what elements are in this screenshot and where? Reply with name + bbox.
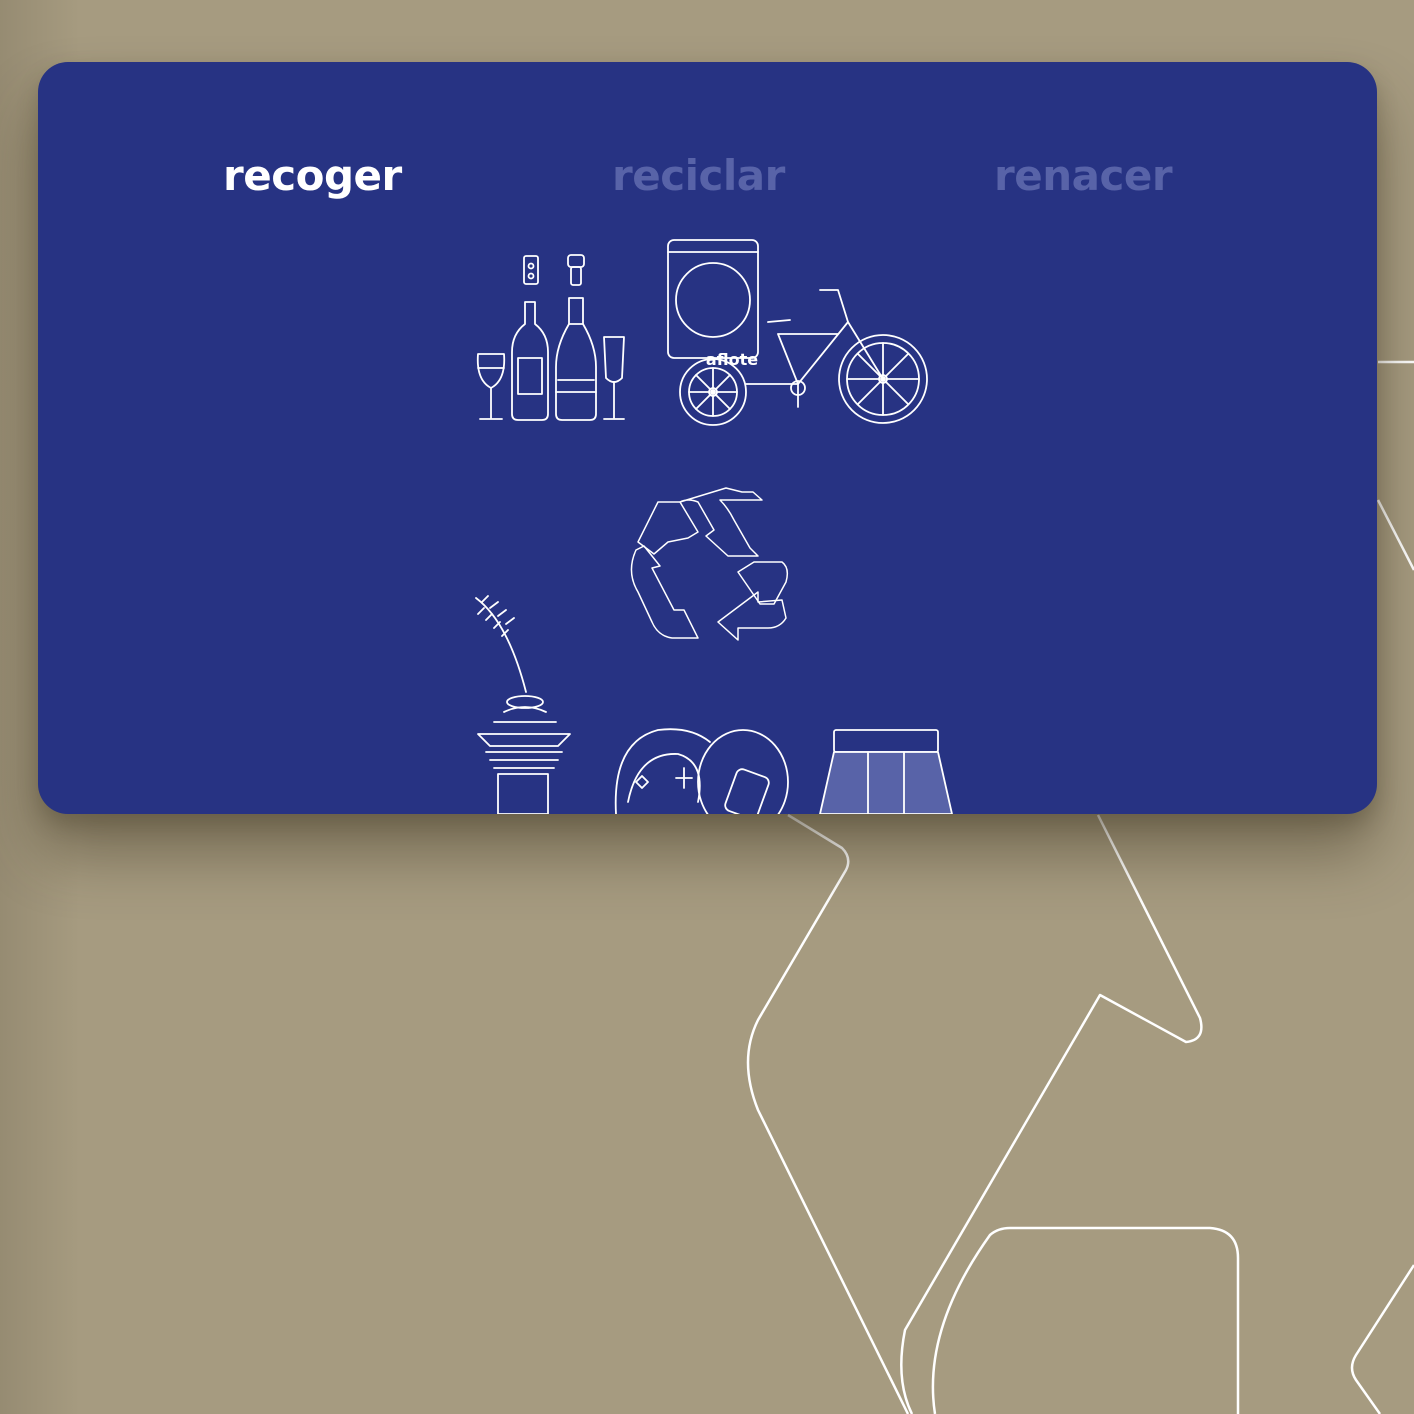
champagne-bottle-icon (555, 297, 597, 421)
champagne-flute-icon (603, 336, 625, 420)
recycling-process-card: recoger reciclar renacer aflote (38, 62, 1377, 814)
wine-glass-icon (476, 353, 506, 420)
recycle-icon (630, 487, 789, 641)
plant-vase-icon (475, 595, 571, 814)
bin-brand-label: aflote (705, 350, 759, 369)
wine-bottle-icon (511, 301, 549, 421)
stool-icon (819, 729, 953, 814)
plate-icon (614, 728, 789, 814)
cork-icon (523, 254, 585, 286)
process-illustration (475, 239, 953, 814)
cargo-bike-icon (667, 239, 928, 426)
